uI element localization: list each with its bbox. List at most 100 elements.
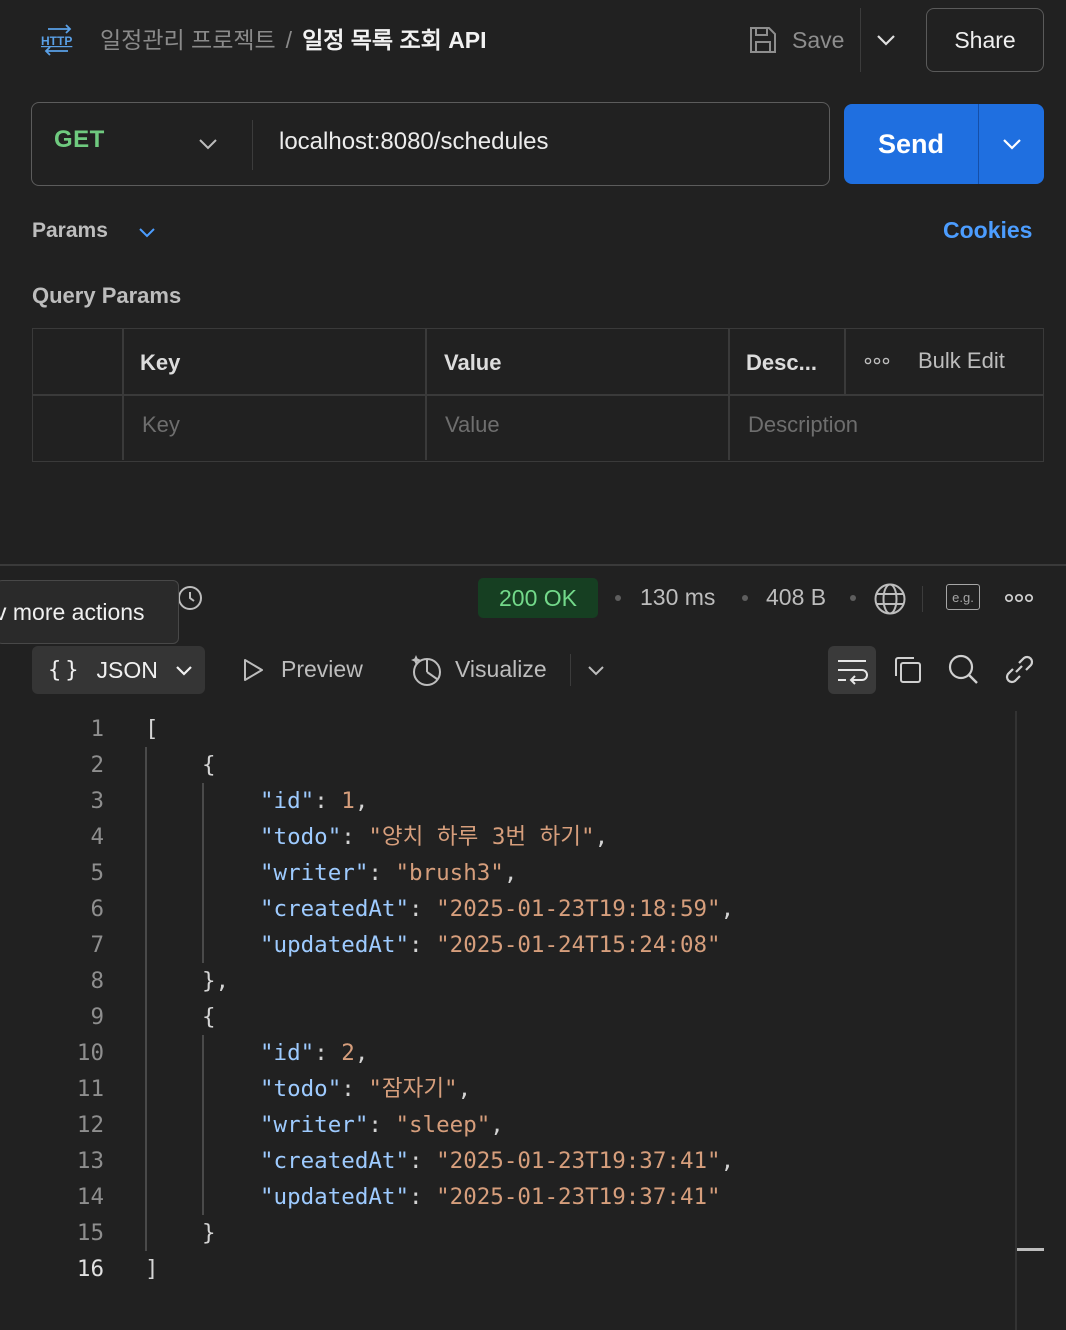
line-number: 2: [90, 752, 104, 778]
scrollbar-thumb[interactable]: [1017, 1248, 1044, 1251]
more-horizontal-icon[interactable]: [864, 356, 890, 366]
send-button[interactable]: Send: [844, 104, 978, 184]
url-input[interactable]: localhost:8080/schedules: [279, 128, 549, 156]
method-divider: [252, 120, 253, 170]
copy-icon[interactable]: [892, 654, 924, 686]
code-line: }: [202, 1220, 216, 1246]
example-icon[interactable]: e.g.: [946, 584, 980, 610]
tooltip-text: v more actions: [0, 598, 145, 625]
history-icon[interactable]: [176, 584, 204, 612]
line-number: 6: [90, 896, 104, 922]
line-number: 1: [90, 716, 104, 742]
response-size[interactable]: 408 B: [766, 584, 826, 611]
tab-params[interactable]: Params: [32, 219, 108, 243]
wrap-lines-icon: [838, 660, 868, 685]
query-params-heading: Query Params: [32, 283, 182, 308]
globe-icon[interactable]: [873, 582, 907, 616]
svg-text:HTTP: HTTP: [41, 34, 72, 48]
key-input[interactable]: Key: [142, 412, 180, 438]
response-divider: [0, 564, 1066, 566]
line-number: 8: [90, 968, 104, 994]
code-line: "writer": "brush3",: [260, 860, 518, 886]
play-icon[interactable]: [240, 656, 266, 684]
separator-dot: [850, 595, 856, 601]
save-label: Save: [792, 26, 845, 53]
example-icon-label: e.g.: [952, 589, 974, 605]
save-divider: [860, 8, 861, 72]
bulk-edit-button[interactable]: Bulk Edit: [864, 348, 1005, 374]
value-input[interactable]: Value: [445, 412, 500, 438]
code-line: "createdAt": "2025-01-23T19:37:41",: [260, 1148, 735, 1174]
share-button[interactable]: Share: [926, 8, 1044, 72]
scrollbar[interactable]: [1015, 711, 1017, 1330]
chevron-down-icon[interactable]: [872, 26, 900, 54]
line-number: 14: [76, 1184, 104, 1210]
line-number: 9: [90, 1004, 104, 1030]
column-key: Key: [140, 350, 181, 375]
code-line: "id": 1,: [260, 788, 369, 814]
code-line: "id": 2,: [260, 1040, 369, 1066]
line-number: 11: [76, 1076, 104, 1102]
format-select[interactable]: {} JSON: [32, 646, 205, 694]
column-value: Value: [444, 350, 502, 375]
line-number: 4: [90, 824, 104, 850]
code-line: [: [145, 716, 159, 742]
line-number: 12: [76, 1112, 104, 1138]
status-badge[interactable]: 200 OK: [478, 578, 598, 618]
description-input[interactable]: Description: [748, 412, 858, 438]
chevron-down-icon[interactable]: [134, 220, 160, 246]
code-line: "updatedAt": "2025-01-24T15:24:08": [260, 932, 721, 958]
more-horizontal-icon[interactable]: [1004, 592, 1034, 604]
tab-preview[interactable]: Preview: [281, 656, 363, 683]
method-select[interactable]: GET: [54, 126, 105, 154]
indent-guide: [202, 1035, 204, 1215]
code-line: },: [202, 968, 230, 994]
code-line: "todo": "양치 하루 3번 하기",: [260, 824, 609, 850]
link-icon[interactable]: [1002, 652, 1036, 686]
line-number: 15: [76, 1220, 104, 1246]
code-line: "createdAt": "2025-01-23T19:18:59",: [260, 896, 735, 922]
breadcrumb-separator: /: [285, 27, 293, 53]
wrap-lines-button[interactable]: [828, 646, 876, 694]
visualize-icon[interactable]: [410, 652, 444, 688]
chevron-down-icon[interactable]: [194, 130, 222, 158]
cookies-link[interactable]: Cookies: [943, 217, 1032, 244]
column-description: Desc...: [746, 350, 817, 375]
line-number: 7: [90, 932, 104, 958]
code-line: "updatedAt": "2025-01-23T19:37:41": [260, 1184, 721, 1210]
format-label: JSON: [96, 656, 158, 683]
code-line: {: [202, 752, 216, 778]
line-number: 10: [76, 1040, 104, 1066]
request-title[interactable]: 일정 목록 조회 API: [302, 27, 486, 53]
indent-guide: [202, 783, 204, 963]
code-line: "todo": "잠자기",: [260, 1076, 472, 1102]
bulk-edit-label: Bulk Edit: [918, 348, 1005, 373]
code-line: ]: [145, 1256, 159, 1282]
tab-visualize[interactable]: Visualize: [455, 656, 547, 683]
visualize-divider: [570, 654, 571, 686]
http-icon: HTTP: [41, 24, 72, 56]
more-actions-tooltip: v more actions: [0, 580, 179, 644]
chevron-down-icon[interactable]: [998, 130, 1026, 158]
line-number: 16: [76, 1256, 104, 1282]
chevron-down-icon: [176, 666, 192, 676]
separator-dot: [615, 595, 621, 601]
code-line: "writer": "sleep",: [260, 1112, 504, 1138]
save-icon: [750, 27, 776, 53]
line-number: 13: [76, 1148, 104, 1174]
chevron-down-icon[interactable]: [584, 658, 608, 682]
breadcrumb: 일정관리 프로젝트 / 일정 목록 조회 API: [100, 24, 487, 56]
search-icon[interactable]: [946, 652, 980, 686]
separator-dot: [742, 595, 748, 601]
indent-guide: [145, 747, 147, 1251]
code-line: {: [202, 1004, 216, 1030]
share-label: Share: [954, 26, 1016, 53]
toolbar-divider: [922, 586, 923, 612]
line-number: 3: [90, 788, 104, 814]
braces-icon: {}: [48, 657, 83, 683]
response-time[interactable]: 130 ms: [640, 584, 715, 611]
breadcrumb-parent[interactable]: 일정관리 프로젝트: [100, 27, 276, 53]
save-button[interactable]: Save: [748, 22, 844, 58]
send-divider: [978, 104, 979, 184]
line-number: 5: [90, 860, 104, 886]
